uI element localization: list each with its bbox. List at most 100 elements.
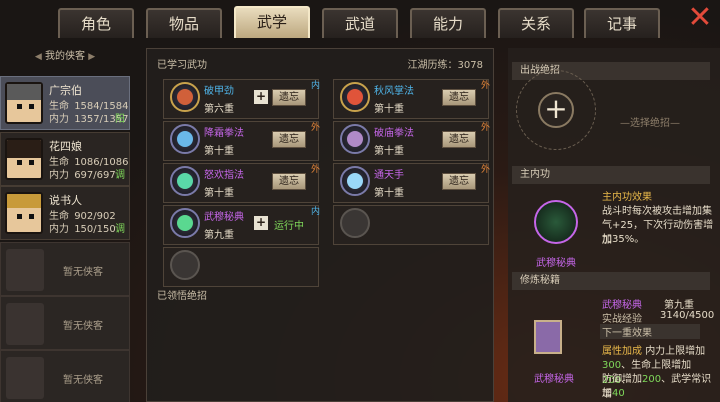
autumn-wind-icon	[340, 82, 370, 112]
hero-mp: 内力 150/150	[49, 224, 116, 235]
select-ultimate-hint: —选择绝招—	[620, 118, 680, 129]
empty-skill-slot[interactable]	[163, 247, 319, 287]
tab-martial-arts[interactable]: 武学	[234, 6, 310, 38]
skill-badge: 外	[310, 165, 320, 175]
heaven-hand-icon	[340, 166, 370, 196]
cultivate-section-header: 修炼秘籍	[512, 272, 710, 290]
exp-value: 3140/4500	[660, 310, 715, 321]
skill-card[interactable]: 通天手 第十重 遗忘 外	[333, 163, 490, 203]
effect-text: 加35%。	[602, 234, 645, 245]
empty-slot-icon	[170, 250, 200, 280]
tab-journal[interactable]: 记事	[584, 8, 660, 38]
skill-card[interactable]: 秋风掌法 第十重 遗忘 外	[333, 79, 490, 119]
avatar	[5, 138, 43, 180]
skill-name: 秋风掌法	[374, 86, 414, 97]
running-status: 运行中	[274, 221, 304, 232]
sidebar-title: 我的侠客	[45, 51, 85, 62]
book-level: 第九重	[664, 300, 694, 311]
armor-break-icon	[170, 82, 200, 112]
forget-button[interactable]: 遗忘	[442, 89, 476, 106]
skill-level: 第十重	[204, 146, 234, 157]
empty-slot-icon	[340, 208, 370, 238]
exp-label: 实战经验	[602, 314, 642, 325]
avatar	[5, 82, 43, 124]
skill-badge: 外	[480, 81, 490, 91]
arrow-left-icon[interactable]: ◀	[35, 52, 42, 62]
finger-strike-icon	[170, 166, 200, 196]
skill-name: 破庙拳法	[374, 128, 414, 139]
empty-hero-slot[interactable]: 暂无侠客	[0, 350, 130, 402]
skill-name: 武穆秘典	[204, 212, 244, 223]
skill-level: 第十重	[374, 146, 404, 157]
empty-slot-label: 暂无侠客	[63, 321, 103, 332]
bonus-line-1: 属性加成 内力上限增加	[602, 346, 706, 357]
comprehend-title: 已领悟绝招	[157, 291, 207, 302]
hero-mp: 内力 697/697	[49, 170, 116, 181]
book-caption: 武穆秘典	[534, 374, 574, 385]
upgrade-plus-button[interactable]: +	[254, 90, 268, 104]
skill-card[interactable]: 破庙拳法 第十重 遗忘 外	[333, 121, 490, 161]
tab-character[interactable]: 角色	[58, 8, 134, 38]
skill-name: 通天手	[374, 170, 404, 181]
forget-button[interactable]: 遗忘	[272, 173, 306, 190]
hero-tag: 调	[115, 170, 125, 181]
main-inner-art-icon[interactable]	[534, 200, 578, 244]
skill-name: 降霜拳法	[204, 128, 244, 139]
temple-fist-icon	[340, 124, 370, 154]
skill-card[interactable]: 降霜拳法 第十重 遗忘 外	[163, 121, 320, 161]
skill-badge: 外	[480, 123, 490, 133]
skill-level: 第十重	[374, 188, 404, 199]
tab-martial-way[interactable]: 武道	[322, 8, 398, 38]
main-inner-name: 武穆秘典	[536, 258, 576, 269]
learned-skills-panel: 已学习武功 江湖历练：3078 破甲劲 第六重 + 遗忘 内 秋风掌法 第十重 …	[146, 48, 494, 402]
arrow-right-icon[interactable]: ▶	[88, 52, 95, 62]
silhouette-icon	[6, 357, 44, 399]
skill-level: 第十重	[374, 104, 404, 115]
close-icon[interactable]: ✕	[686, 3, 714, 33]
skill-card[interactable]: 武穆秘典 第九重 + 运行中 内	[163, 205, 320, 245]
skill-name: 怒欢指法	[204, 170, 244, 181]
forget-button[interactable]: 遗忘	[272, 89, 306, 106]
empty-slot-label: 暂无侠客	[63, 375, 103, 386]
book-name: 武穆秘典	[602, 300, 642, 311]
empty-hero-slot[interactable]: 暂无侠客	[0, 242, 130, 296]
skill-badge: 外	[310, 123, 320, 133]
skill-badge: 内	[310, 81, 320, 91]
silhouette-icon	[6, 303, 44, 345]
skill-badge: 外	[480, 165, 490, 175]
wumu-manual-icon	[170, 208, 200, 238]
tab-items[interactable]: 物品	[146, 8, 222, 38]
bonus-line-4: 加40	[602, 388, 625, 399]
sidebar-header: ◀ 我的侠客 ▶	[0, 48, 130, 66]
forget-button[interactable]: 遗忘	[442, 131, 476, 148]
hero-card-2[interactable]: 花四娘 生命 1086/1086 内力 697/697 调	[0, 132, 130, 186]
skill-level: 第六重	[204, 104, 234, 115]
forget-button[interactable]: 遗忘	[272, 131, 306, 148]
empty-slot-label: 暂无侠客	[63, 267, 103, 278]
hero-card-1[interactable]: 广宗伯 生命 1584/1584 内力 1357/1357 阳	[0, 76, 130, 130]
hero-card-3[interactable]: 说书人 生命 902/902 内力 150/150 调	[0, 186, 130, 240]
forget-button[interactable]: 遗忘	[442, 173, 476, 190]
skill-level: 第十重	[204, 188, 234, 199]
empty-hero-slot[interactable]: 暂无侠客	[0, 296, 130, 350]
skill-name: 破甲劲	[204, 86, 234, 97]
skill-card[interactable]: 破甲劲 第六重 + 遗忘 内	[163, 79, 320, 119]
hero-name: 广宗伯	[49, 84, 82, 97]
next-level-label: 下一重效果	[600, 324, 700, 339]
effect-text: 战斗时每次被攻击增加集	[602, 206, 712, 217]
hero-tag: 阳	[115, 114, 125, 125]
upgrade-plus-button[interactable]: +	[254, 216, 268, 230]
main-inner-section-header: 主内功	[512, 166, 710, 184]
skill-level: 第九重	[204, 230, 234, 241]
tab-relations[interactable]: 关系	[498, 8, 574, 38]
tab-abilities[interactable]: 能力	[410, 8, 486, 38]
empty-skill-slot[interactable]	[333, 205, 489, 245]
effect-title: 主内功效果	[602, 192, 652, 203]
silhouette-icon	[6, 249, 44, 291]
add-ultimate-button[interactable]: +	[538, 92, 574, 128]
book-icon[interactable]	[534, 320, 562, 354]
skill-card[interactable]: 怒欢指法 第十重 遗忘 外	[163, 163, 320, 203]
avatar	[5, 192, 43, 234]
skill-badge: 内	[310, 207, 320, 217]
frost-fist-icon	[170, 124, 200, 154]
